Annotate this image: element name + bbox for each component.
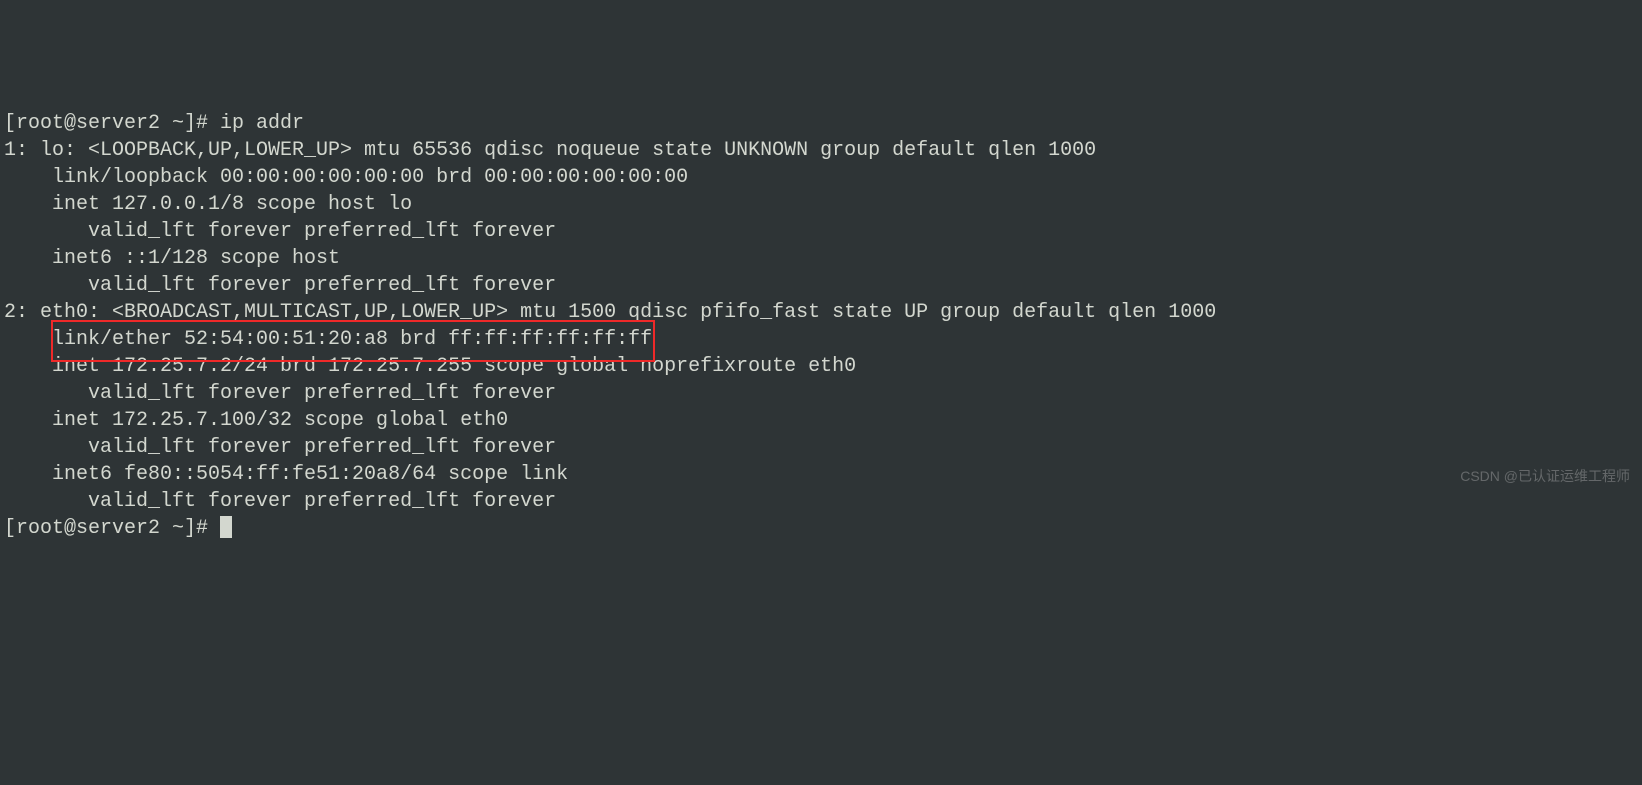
output-line: valid_lft forever preferred_lft forever <box>4 382 556 405</box>
output-line: valid_lft forever preferred_lft forever <box>4 490 556 513</box>
terminal-output: [root@server2 ~]# ip addr 1: lo: <LOOPBA… <box>4 110 1638 542</box>
output-line: inet 172.25.7.2/24 brd 172.25.7.255 scop… <box>4 355 856 378</box>
output-line: valid_lft forever preferred_lft forever <box>4 274 556 297</box>
output-line: inet6 ::1/128 scope host <box>4 247 340 270</box>
command-text: ip addr <box>220 112 304 135</box>
output-line: inet 127.0.0.1/8 scope host lo <box>4 193 412 216</box>
output-line: valid_lft forever preferred_lft forever <box>4 220 556 243</box>
output-line: link/ether 52:54:00:51:20:a8 brd ff:ff:f… <box>4 328 652 351</box>
output-line: inet6 fe80::5054:ff:fe51:20a8/64 scope l… <box>4 463 568 486</box>
cursor[interactable] <box>220 516 232 538</box>
output-line: link/loopback 00:00:00:00:00:00 brd 00:0… <box>4 166 688 189</box>
output-line: 2: eth0: <BROADCAST,MULTICAST,UP,LOWER_U… <box>4 301 1216 324</box>
output-line: 1: lo: <LOOPBACK,UP,LOWER_UP> mtu 65536 … <box>4 139 1096 162</box>
shell-prompt: [root@server2 ~]# <box>4 112 220 135</box>
output-line: inet 172.25.7.100/32 scope global eth0 <box>4 409 508 432</box>
shell-prompt[interactable]: [root@server2 ~]# <box>4 517 220 540</box>
watermark-text: CSDN @已认证运维工程师 <box>1460 463 1630 490</box>
output-line: valid_lft forever preferred_lft forever <box>4 436 556 459</box>
